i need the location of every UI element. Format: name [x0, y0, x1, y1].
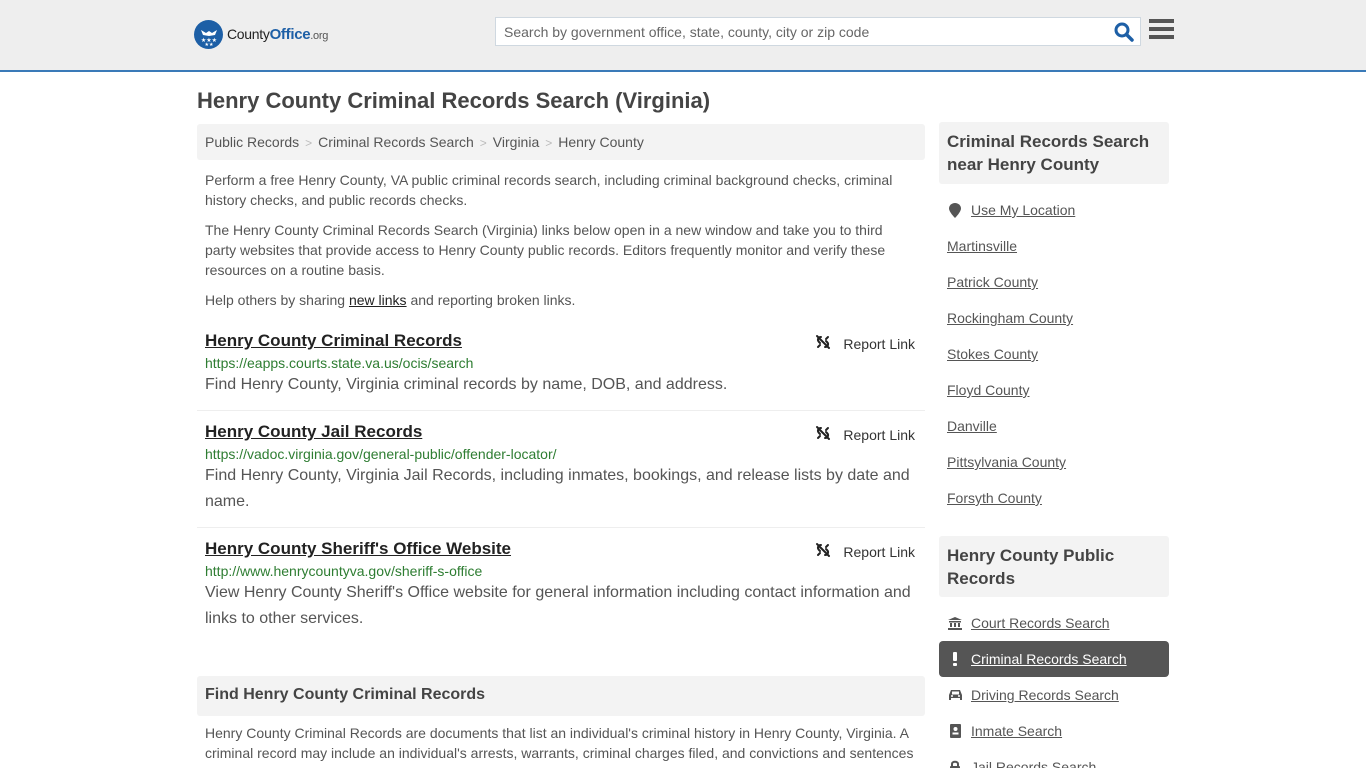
find-records-heading: Find Henry County Criminal Records: [197, 676, 925, 716]
breadcrumb-separator: >: [545, 136, 553, 150]
lock-icon: [947, 760, 963, 768]
exclamation-icon: [947, 652, 963, 666]
resource-link-title[interactable]: Henry County Criminal Records: [205, 331, 462, 351]
bank-icon: [947, 616, 963, 630]
sidebar-item-jail-records[interactable]: Jail Records Search: [947, 759, 1096, 768]
search-input[interactable]: [496, 18, 1106, 45]
nearby-link-rockingham-county[interactable]: Rockingham County: [947, 310, 1073, 326]
car-icon: [947, 689, 963, 701]
broken-link-icon: [815, 542, 843, 561]
nearby-link-stokes-county[interactable]: Stokes County: [947, 346, 1038, 362]
breadcrumb-virginia[interactable]: Virginia: [493, 134, 539, 150]
map-marker-icon: [947, 202, 963, 218]
resource-link-description: View Henry County Sheriff's Office websi…: [205, 584, 911, 627]
resource-link-title[interactable]: Henry County Jail Records: [205, 422, 422, 442]
id-badge-icon: [947, 724, 963, 738]
breadcrumb-separator: >: [305, 136, 313, 150]
intro-paragraph-2: The Henry County Criminal Records Search…: [205, 222, 886, 278]
broken-link-icon: [815, 425, 843, 444]
logo-text: CountyOffice.org: [227, 26, 329, 43]
report-link-button[interactable]: Report Link: [815, 425, 915, 444]
breadcrumb-criminal-records-search[interactable]: Criminal Records Search: [318, 134, 474, 150]
sidebar-item-inmate-search[interactable]: Inmate Search: [947, 723, 1062, 739]
intro-text: Perform a free Henry County, VA public c…: [205, 170, 917, 320]
resource-link-item: Henry County Criminal Records https://ea…: [197, 322, 925, 411]
new-links-link[interactable]: new links: [349, 292, 407, 308]
resource-link-item: Henry County Sheriff's Office Website ht…: [197, 530, 925, 640]
resource-link-title[interactable]: Henry County Sheriff's Office Website: [205, 539, 511, 559]
resource-link-description: Find Henry County, Virginia Jail Records…: [205, 467, 910, 510]
nearby-link-floyd-county[interactable]: Floyd County: [947, 382, 1029, 398]
nearby-link-martinsville[interactable]: Martinsville: [947, 238, 1017, 254]
sidebar-item-driving-records[interactable]: Driving Records Search: [947, 687, 1119, 703]
site-header: ★★★ ★★ CountyOffice.org: [0, 0, 1366, 72]
report-link-button[interactable]: Report Link: [815, 542, 915, 561]
nearby-link-forsyth-county[interactable]: Forsyth County: [947, 490, 1042, 506]
public-records-heading: Henry County Public Records: [939, 536, 1169, 597]
nearby-link-danville[interactable]: Danville: [947, 418, 997, 434]
nearby-link-pittsylvania-county[interactable]: Pittsylvania County: [947, 454, 1066, 470]
resource-link-url[interactable]: https://vadoc.virginia.gov/general-publi…: [205, 446, 917, 462]
resource-link-description: Find Henry County, Virginia criminal rec…: [205, 376, 728, 393]
resource-link-item: Henry County Jail Records https://vadoc.…: [197, 413, 925, 528]
hamburger-menu-icon[interactable]: [1149, 19, 1175, 43]
svg-text:★★: ★★: [204, 42, 213, 46]
report-link-button[interactable]: Report Link: [815, 334, 915, 353]
sidebar-item-court-records[interactable]: Court Records Search: [947, 615, 1110, 631]
breadcrumb-henry-county: Henry County: [558, 134, 644, 150]
intro-paragraph-3: Help others by sharing new links and rep…: [205, 292, 576, 308]
search-icon[interactable]: [1113, 21, 1135, 43]
search-bar: [495, 17, 1141, 46]
resource-link-url[interactable]: http://www.henrycountyva.gov/sheriff-s-o…: [205, 563, 917, 579]
nearby-link-patrick-county[interactable]: Patrick County: [947, 274, 1038, 290]
site-logo[interactable]: ★★★ ★★ CountyOffice.org: [194, 20, 328, 49]
sidebar-item-criminal-records[interactable]: Criminal Records Search: [939, 641, 1169, 677]
broken-link-icon: [815, 334, 843, 353]
nearby-heading: Criminal Records Search near Henry Count…: [939, 122, 1169, 184]
use-my-location-link[interactable]: Use My Location: [947, 202, 1075, 218]
page-title: Henry County Criminal Records Search (Vi…: [197, 88, 711, 113]
breadcrumb-public-records[interactable]: Public Records: [205, 134, 299, 150]
resource-link-url[interactable]: https://eapps.courts.state.va.us/ocis/se…: [205, 355, 917, 371]
eagle-stars-icon: ★★★ ★★: [194, 20, 223, 49]
find-records-text: Henry County Criminal Records are docume…: [205, 725, 914, 761]
breadcrumb: Public Records > Criminal Records Search > V…: [197, 124, 925, 160]
intro-paragraph-1: Perform a free Henry County, VA public c…: [205, 172, 893, 208]
breadcrumb-separator: >: [479, 136, 487, 150]
